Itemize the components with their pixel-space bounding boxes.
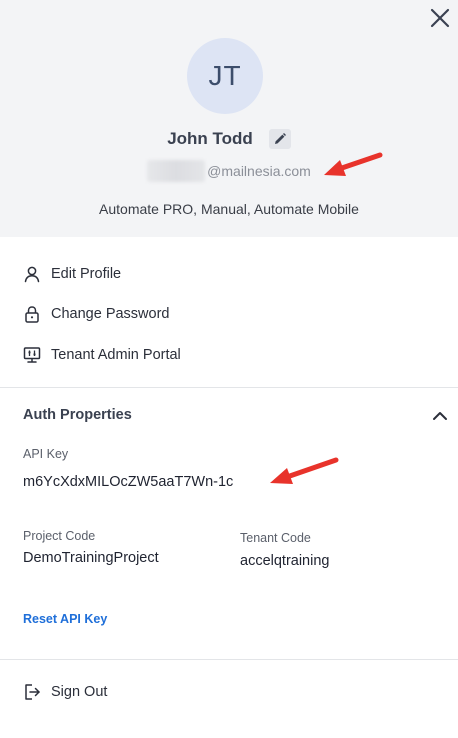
- monitor-icon: [22, 345, 42, 365]
- close-icon: [430, 8, 450, 28]
- email-redacted: [147, 160, 206, 182]
- tenant-admin-portal-label: Tenant Admin Portal: [51, 347, 181, 363]
- tenant-code-value: accelqtraining: [240, 553, 330, 569]
- project-code-label: Project Code: [23, 529, 96, 543]
- avatar-initials: JT: [208, 60, 242, 91]
- divider: [0, 387, 458, 388]
- sign-out-icon: [22, 682, 42, 702]
- tenant-admin-portal-item[interactable]: Tenant Admin Portal: [22, 345, 181, 365]
- annotation-arrow-api-key: [270, 457, 339, 484]
- user-name: John Todd: [167, 129, 253, 148]
- edit-profile-label: Edit Profile: [51, 266, 122, 282]
- avatar: JT: [187, 38, 263, 114]
- api-key-value: m6YcXdxMILOcZW5aaT7Wn-1c: [23, 474, 234, 490]
- close-button[interactable]: [426, 4, 454, 32]
- change-password-item[interactable]: Change Password: [22, 304, 170, 324]
- collapse-button[interactable]: [430, 406, 450, 426]
- pencil-icon: [274, 133, 286, 144]
- edit-profile-item[interactable]: Edit Profile: [22, 264, 121, 284]
- sign-out-item[interactable]: Sign Out: [22, 682, 107, 702]
- tenant-code-label: Tenant Code: [240, 531, 311, 545]
- edit-name-button[interactable]: [268, 129, 291, 149]
- user-icon: [22, 264, 42, 284]
- change-password-label: Change Password: [51, 306, 170, 322]
- divider: [0, 659, 458, 660]
- lock-icon: [22, 304, 42, 324]
- reset-api-key-link[interactable]: Reset API Key: [23, 612, 107, 626]
- auth-properties-title: Auth Properties: [23, 407, 132, 423]
- user-email: @mailnesia.com: [207, 163, 311, 179]
- project-code-value: DemoTrainingProject: [23, 550, 159, 566]
- api-key-label: API Key: [23, 447, 69, 461]
- chevron-up-icon: [433, 412, 447, 420]
- license-list: Automate PRO, Manual, Automate Mobile: [99, 201, 359, 217]
- sign-out-label: Sign Out: [51, 684, 108, 700]
